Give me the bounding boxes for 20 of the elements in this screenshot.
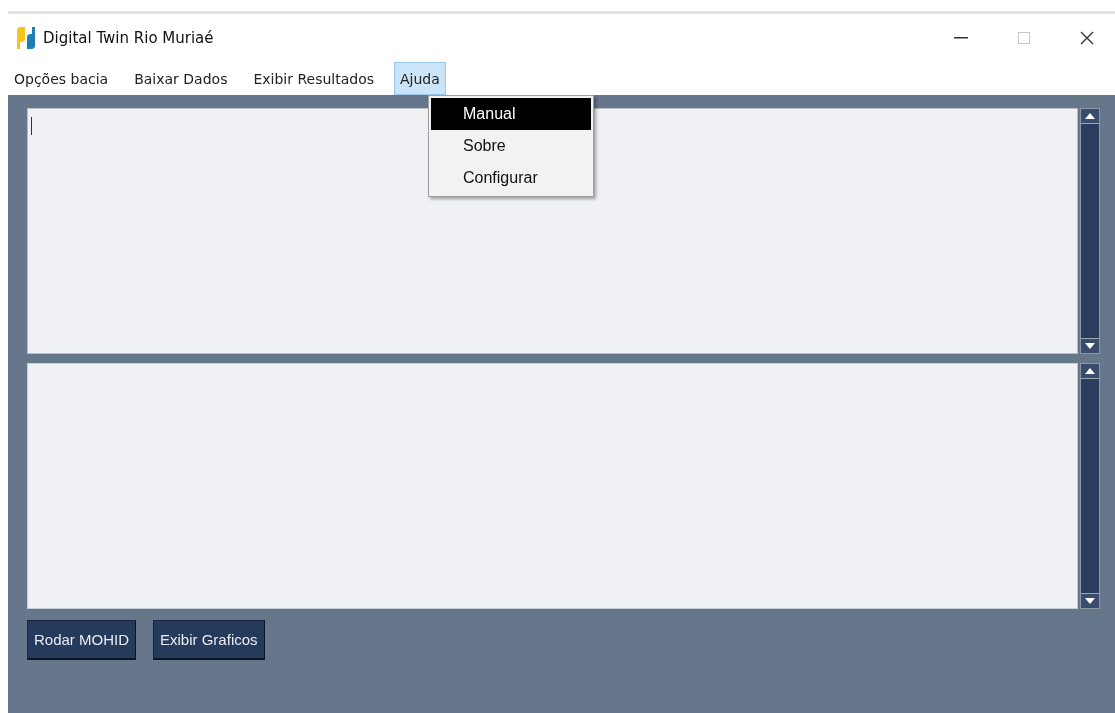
dropdown-item[interactable]: Sobre [431,130,591,162]
app-logo-icon [16,27,36,49]
menu-item[interactable]: Opções bacia [8,62,115,95]
close-icon[interactable] [1080,31,1094,45]
action-button[interactable]: Rodar MOHID [27,620,137,660]
menu-item[interactable]: Ajuda [394,62,446,95]
dropdown-item[interactable]: Configurar [431,162,591,194]
menu-item[interactable]: Baixar Dados [128,62,234,95]
scroll-down-icon[interactable] [1085,598,1095,604]
window-title: Digital Twin Rio Muriaé [43,29,215,47]
dropdown-item[interactable]: Manual [431,98,591,130]
action-button[interactable]: Exibir Graficos [153,620,265,660]
menu-item[interactable]: Exibir Resultados [247,62,380,95]
minimize-icon[interactable] [954,37,968,39]
text-cursor [31,117,32,135]
scroll-up-icon[interactable] [1085,368,1095,374]
scrollbar[interactable] [1080,108,1100,354]
scroll-up-icon[interactable] [1085,113,1095,119]
scrollbar[interactable] [1080,363,1100,609]
scroll-down-icon[interactable] [1085,343,1095,349]
